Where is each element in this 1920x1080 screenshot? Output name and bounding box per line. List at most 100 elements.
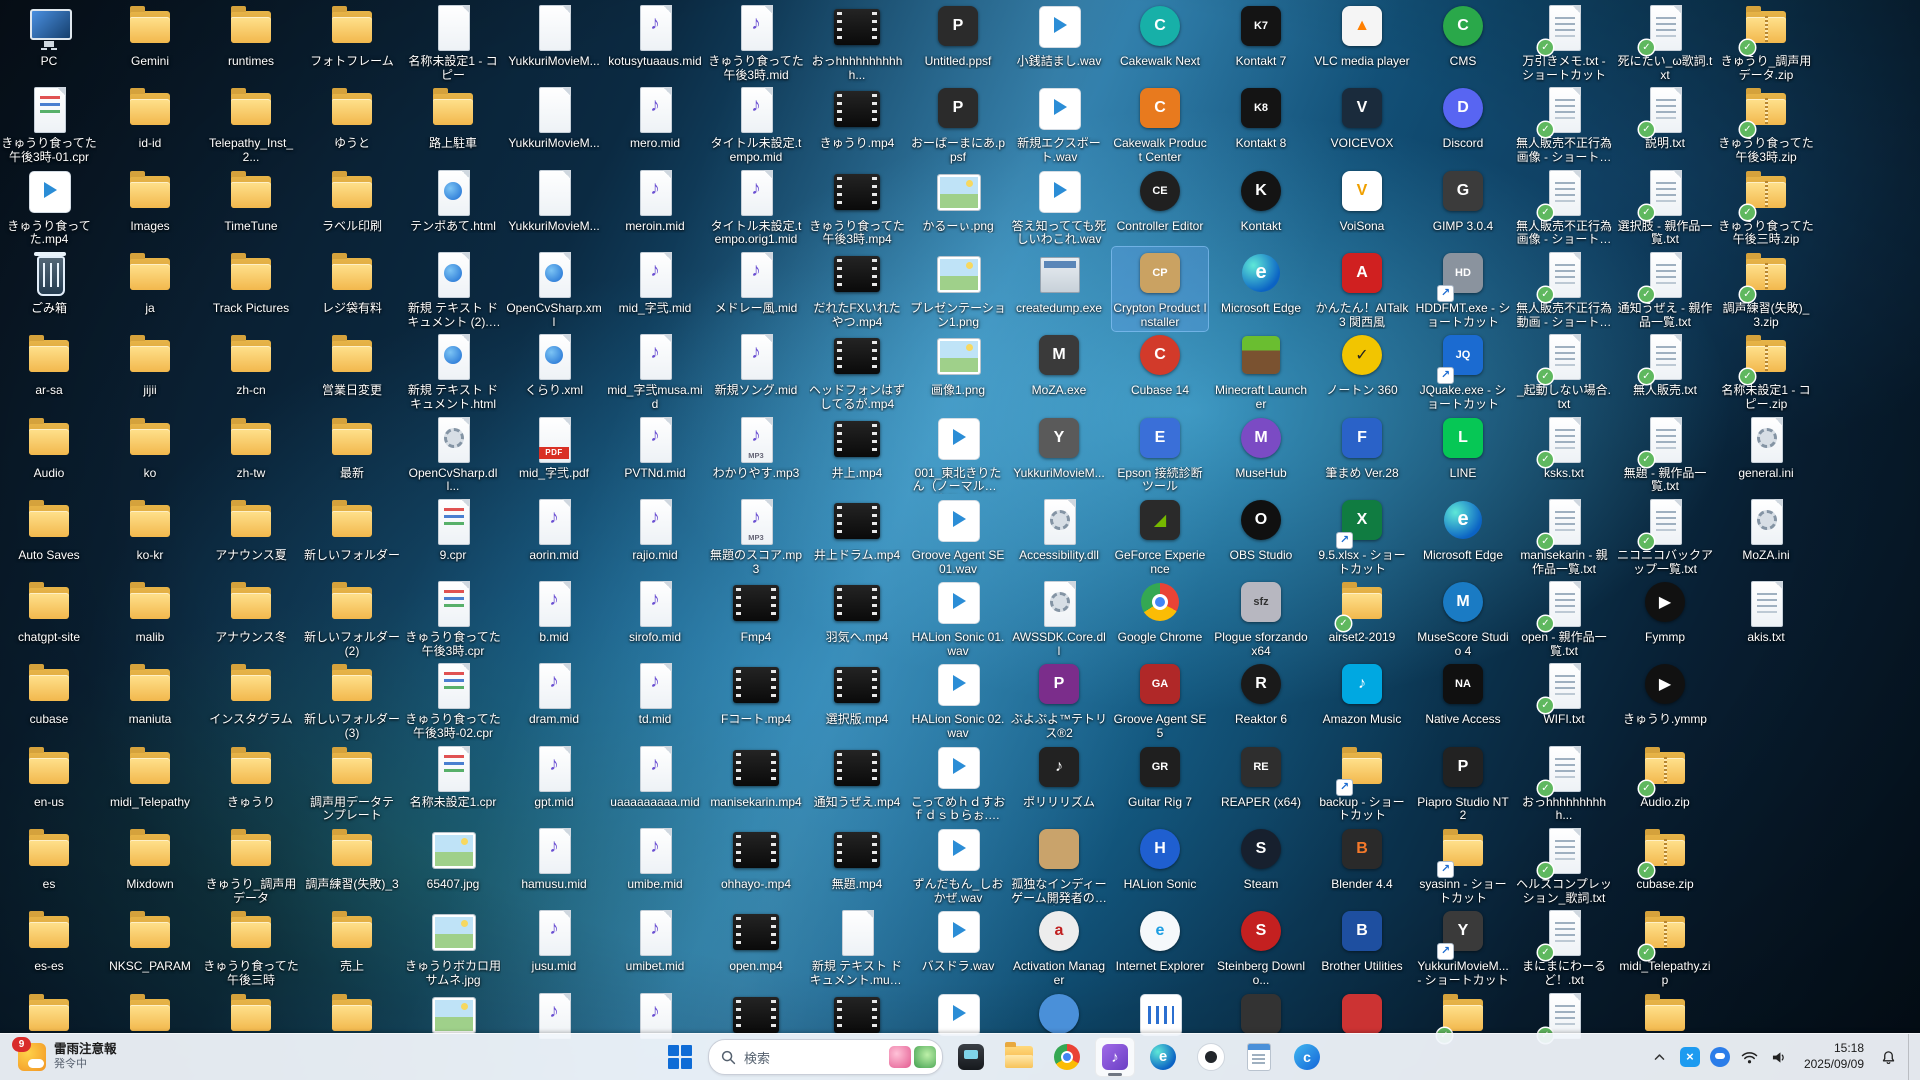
desktop-icon[interactable]: ♪MP3わかりやす.mp3 [708,412,804,483]
desktop-icon[interactable]: RReaktor 6 [1213,658,1309,729]
desktop-icon[interactable]: 画像1.png [910,329,1006,400]
desktop-icon[interactable]: AWSSDK.Core.dll [1011,576,1107,661]
desktop-icon[interactable]: ✓_起動しない場合.txt [1516,329,1612,414]
desktop-icon[interactable]: ♪きゅうり食ってた午後3時.mid [708,0,804,85]
desktop-icon[interactable]: F筆まめ Ver.28 [1314,412,1410,483]
desktop-icon[interactable]: 羽気へ.mp4 [809,576,905,647]
desktop-icon[interactable]: midi_Telepathy [102,741,198,812]
desktop-icon[interactable]: ja [102,247,198,318]
desktop-icon[interactable]: Y↗YukkuriMovieM... - ショートカット [1415,905,1511,990]
desktop-icon[interactable]: MMuseHub [1213,412,1309,483]
desktop-icon[interactable]: ♪メドレー風.mid [708,247,804,318]
desktop-icon[interactable]: id-id [102,82,198,153]
desktop-icon[interactable]: 001_東北きりたん（ノーマル）_今じゃ... [910,412,1006,497]
desktop-icon[interactable]: 65407.jpg [405,823,501,894]
desktop-icon[interactable]: NKSC_PARAM [102,905,198,976]
desktop-icon[interactable]: ♪uaaaaaaaaa.mid [607,741,703,812]
desktop-icon[interactable]: GAGroove Agent SE 5 [1112,658,1208,743]
desktop-icon[interactable]: ✓死にたい_ω歌詞.txt [1617,0,1713,85]
desktop-icon[interactable]: 井上ドラム.mp4 [809,494,905,565]
desktop-icon[interactable]: 路上駐車 [405,82,501,153]
desktop-icon[interactable]: HD↗HDDFMT.exe - ショートカット [1415,247,1511,332]
desktop-icon[interactable]: MMoZA.exe [1011,329,1107,400]
desktop-icon[interactable]: 新しいフォルダー (3) [304,658,400,743]
desktop-icon[interactable]: aActivation Manager [1011,905,1107,990]
desktop-icon[interactable]: ♪td.mid [607,658,703,729]
desktop-icon[interactable]: PUntitled.ppsf [910,0,1006,71]
desktop-icon[interactable]: CCubase 14 [1112,329,1208,400]
desktop-icon[interactable]: ▶Fymmp [1617,576,1713,647]
desktop-icon[interactable]: GGIMP 3.0.4 [1415,165,1511,236]
wifi-button[interactable] [1736,1039,1764,1075]
desktop-icon[interactable]: ♪gpt.mid [506,741,602,812]
desktop-icon[interactable]: ✓ksks.txt [1516,412,1612,483]
desktop-icon[interactable]: 井上.mp4 [809,412,905,483]
desktop-icon[interactable]: CCakewalk Next [1112,0,1208,71]
desktop-icon[interactable]: MMuseScore Studio 4 [1415,576,1511,661]
desktop-icon[interactable]: プレゼンテーション1.png [910,247,1006,332]
taskbar-app-media-player[interactable] [1191,1037,1231,1077]
desktop-icon[interactable]: きゅうり食ってた午後3時-01.cpr [1,82,97,167]
desktop-icon[interactable]: HALion Sonic 02.wav [910,658,1006,743]
desktop-icon[interactable]: ✓ノートン 360 [1314,329,1410,400]
desktop-icon[interactable]: 9.cpr [405,494,501,565]
desktop-icon[interactable]: ♪新規ソング.mid [708,329,804,400]
desktop-icon[interactable]: Mixdown [102,823,198,894]
taskbar-app-music-active[interactable]: ♪ [1095,1037,1135,1077]
desktop-icon[interactable]: ✓Audio.zip [1617,741,1713,812]
desktop-icon[interactable]: chatgpt-site [1,576,97,647]
desktop-icon[interactable]: インスタグラム [203,658,299,729]
desktop-icon[interactable]: Accessibility.dll [1011,494,1107,565]
desktop-icon[interactable]: 小銭詰まし.wav [1011,0,1107,71]
clock[interactable]: 15:18 2025/09/09 [1796,1039,1872,1074]
desktop-icon[interactable]: ✓airset2-2019 [1314,576,1410,647]
show-desktop-button[interactable] [1908,1034,1914,1080]
desktop-icon[interactable]: PDFmid_字弐.pdf [506,412,602,483]
desktop-icon[interactable]: 新しいフォルダー [304,494,400,565]
desktop-icon[interactable]: Aかんたん！AITalk 3 関西風 [1314,247,1410,332]
desktop-icon[interactable]: 新しいフォルダー (2) [304,576,400,661]
desktop-icon[interactable]: Google Chrome [1112,576,1208,647]
desktop-icon[interactable]: ✓ニコニコバックアップ一覧.txt [1617,494,1713,579]
desktop-icon[interactable]: sfzPlogue sforzando x64 [1213,576,1309,661]
desktop-icon[interactable]: ヘッドフォンはずしてるが.mp4 [809,329,905,414]
desktop-icon[interactable]: ♪rajio.mid [607,494,703,565]
taskbar-app-file-explorer[interactable] [999,1037,1039,1077]
desktop-icon[interactable]: ラベル印刷 [304,165,400,236]
desktop-icon[interactable]: manisekarin.mp4 [708,741,804,812]
desktop-icon[interactable]: ↗syasinn - ショートカット [1415,823,1511,908]
desktop-icon[interactable]: ✓名称未設定1 - コピー.zip [1718,329,1814,414]
desktop-icon[interactable]: ko [102,412,198,483]
desktop-icon[interactable]: ♪kotusytuaaus.mid [607,0,703,71]
desktop-icon[interactable]: zh-tw [203,412,299,483]
desktop-icon[interactable]: ohhayo-.mp4 [708,823,804,894]
desktop-icon[interactable]: 通知うぜえ.mp4 [809,741,905,812]
desktop-icon[interactable]: jijii [102,329,198,400]
desktop-icon[interactable]: JQ↗JQuake.exe - ショートカット [1415,329,1511,414]
desktop-icon[interactable]: アナウンス夏 [203,494,299,565]
desktop-icon[interactable]: Pぷよぷよ™テトリス®2 [1011,658,1107,743]
desktop-icon[interactable]: ✓調声練習(失敗)_3.zip [1718,247,1814,332]
desktop-icon[interactable]: maniuta [102,658,198,729]
desktop-icon[interactable]: ▶きゅうり.ymmp [1617,658,1713,729]
desktop-icon[interactable]: ♪タイトル未設定.tempo.mid [708,82,804,167]
desktop-icon[interactable]: es [1,823,97,894]
desktop-icon[interactable]: KKontakt [1213,165,1309,236]
desktop-icon[interactable]: ずんだもん_しおかぜ.wav [910,823,1006,908]
desktop-icon[interactable]: おっhhhhhhhhhhh... [809,0,905,85]
desktop-icon[interactable]: SSteinberg Downlo... [1213,905,1309,990]
desktop-icon[interactable]: VVoiSona [1314,165,1410,236]
desktop-icon[interactable]: ✓WIFI.txt [1516,658,1612,729]
desktop-icon[interactable]: OpenCvSharp.dll... [405,412,501,497]
desktop-icon[interactable]: ✓きゅうり食ってた午後三時.zip [1718,165,1814,250]
desktop-icon[interactable]: akis.txt [1718,576,1814,647]
taskbar-app-recorder[interactable] [951,1037,991,1077]
desktop-icon[interactable]: Groove Agent SE 01.wav [910,494,1006,579]
desktop-icon[interactable]: Telepathy_Inst_2... [203,82,299,167]
desktop-icon[interactable]: MoZA.ini [1718,494,1814,565]
desktop-icon[interactable]: general.ini [1718,412,1814,483]
desktop-icon[interactable]: OOBS Studio [1213,494,1309,565]
desktop-icon[interactable]: ✓ヘルスコンプレッション_歌詞.txt [1516,823,1612,908]
desktop-icon[interactable]: ♪Amazon Music [1314,658,1410,729]
desktop-icon[interactable]: HHALion Sonic [1112,823,1208,894]
